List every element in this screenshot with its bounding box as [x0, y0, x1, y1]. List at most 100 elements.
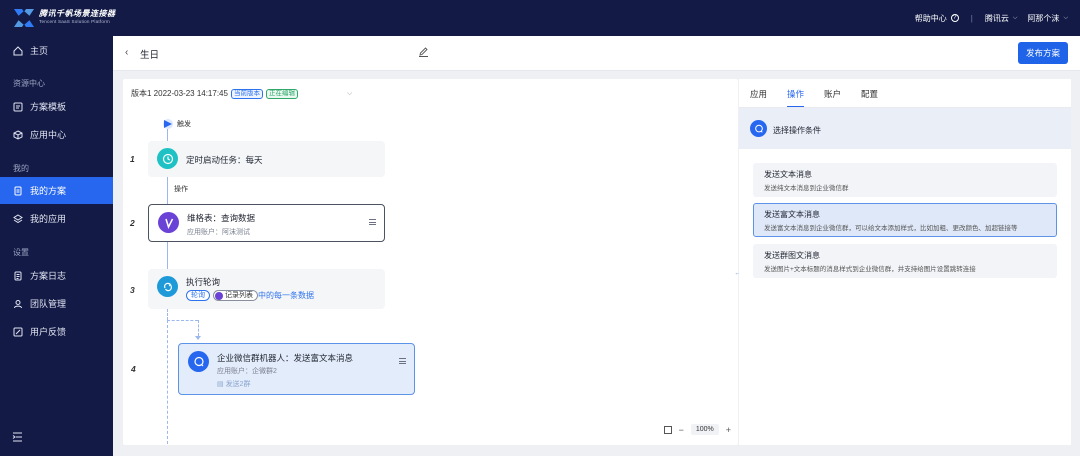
connector-line	[167, 177, 168, 207]
connector-line	[167, 242, 168, 269]
option-title: 发送富文本消息	[764, 210, 820, 219]
operation-label: 操作	[174, 186, 188, 193]
option-send-rich-text[interactable]: 发送富文本消息 发送富文本消息到企业微信群，可以给文本添加样式，比如加粗、更改颜…	[753, 203, 1057, 237]
option-send-news[interactable]: 发送群图文消息 发送图片+文本标题的消息样式到企业微信群，并支持给图片设置跳转连…	[753, 244, 1057, 278]
zoom-out-button[interactable]: −	[679, 425, 684, 435]
zoom-in-button[interactable]: +	[726, 425, 731, 435]
trigger-label: 触发	[177, 121, 191, 128]
option-send-text[interactable]: 发送文本消息 发送纯文本消息到企业微信群	[753, 163, 1057, 197]
trigger-start: 触发	[163, 119, 191, 129]
node-title: 企业微信群机器人：发送富文本消息	[217, 353, 354, 363]
option-desc: 发送富文本消息到企业微信群，可以给文本添加样式，比如加粗、更改颜色、加超链接等	[764, 225, 1018, 232]
template-icon	[13, 102, 23, 111]
sidebar-section-mine: 我的	[13, 164, 29, 173]
cloud-label: 腾讯云	[984, 13, 1009, 23]
tab-config[interactable]: 配置	[861, 88, 878, 108]
loop-branch-line	[167, 320, 198, 321]
loop-config-chips: 轮询 记录列表 中的每一条数据	[186, 290, 314, 301]
flow-canvas: 版本1 2022-03-23 14:17:45 当前版本 正在编辑 ⌵ 触发 1…	[123, 79, 738, 445]
config-panel: 应用 操作 账户 配置 选择操作条件 发送文本消息 发送纯文本消息到企业微信群 …	[739, 79, 1071, 445]
loop-each-text: 中的每一条数据	[258, 291, 314, 300]
record-list-label: 记录列表	[225, 292, 253, 299]
sidebar-item-templates[interactable]: 方案模板	[0, 93, 113, 120]
condition-title: 选择操作条件	[773, 126, 821, 135]
cloud-menu[interactable]: 腾讯云 ⌵	[985, 13, 1018, 24]
step-number: 2	[130, 218, 135, 228]
sidebar-item-label: 团队管理	[30, 299, 67, 309]
node-vika-query[interactable]: 维格表：查询数据 应用账户：阿沫测试	[148, 204, 385, 242]
publish-button[interactable]: 发布方案	[1018, 42, 1068, 64]
step-number: 1	[130, 154, 135, 164]
chat-bubble-icon	[750, 120, 767, 137]
current-version-badge: 当前版本	[230, 88, 263, 99]
sidebar-section-resources: 资源中心	[13, 79, 45, 88]
step-number: 4	[131, 364, 136, 374]
user-icon	[14, 299, 22, 308]
option-desc: 发送纯文本消息到企业微信群	[764, 185, 849, 192]
chevron-down-icon: ⌵	[1012, 14, 1018, 21]
zoom-controls: − 100% +	[663, 424, 731, 435]
fit-screen-icon[interactable]	[663, 425, 672, 434]
top-right-menu: 帮助中心? | 腾讯云 ⌵ 阿那个沫 ⌵	[915, 0, 1068, 36]
sidebar-item-label: 主页	[30, 46, 49, 56]
editing-badge: 正在编辑	[265, 88, 298, 99]
node-wecom-bot[interactable]: 企业微信群机器人：发送富文本消息 应用账户：企微群2 ▤ 发送2群	[178, 343, 415, 395]
vika-app-icon	[215, 291, 223, 300]
sidebar-item-feedback[interactable]: 用户反馈	[0, 318, 113, 345]
option-title: 发送群图文消息	[764, 251, 820, 260]
option-title: 发送文本消息	[764, 170, 812, 179]
brand-logo-icon	[14, 9, 34, 27]
node-account: 应用账户：企微群2	[217, 368, 277, 375]
home-icon	[13, 45, 23, 55]
log-icon	[14, 271, 22, 280]
panel-tabs: 应用 操作 账户 配置	[750, 88, 878, 108]
step-number: 3	[130, 285, 135, 295]
help-circle-icon: ?	[950, 14, 959, 22]
chevron-down-icon[interactable]: ⌵	[347, 90, 352, 98]
node-title: 执行轮询	[186, 277, 221, 287]
tab-operation[interactable]: 操作	[787, 88, 805, 108]
node-menu-icon[interactable]	[399, 358, 406, 364]
cube-icon	[13, 129, 23, 140]
connector-line	[167, 129, 168, 141]
loop-chip: 轮询	[186, 290, 210, 301]
version-selector[interactable]: 版本1 2022-03-23 14:17:45 当前版本 正在编辑	[131, 88, 298, 99]
node-menu-icon[interactable]	[369, 219, 376, 225]
node-title: 维格表：查询数据	[187, 213, 256, 223]
sidebar-item-my-apps[interactable]: 我的应用	[0, 205, 113, 232]
tab-account[interactable]: 账户	[824, 88, 841, 108]
feedback-icon	[13, 327, 23, 336]
node-schedule[interactable]: 定时启动任务：每天	[148, 141, 385, 177]
option-desc: 发送图片+文本标题的消息样式到企业微信群，并支持给图片设置跳转连接	[764, 266, 976, 273]
play-icon	[163, 119, 173, 129]
node-target: ▤ 发送2群	[217, 381, 251, 388]
connector-line	[167, 309, 168, 320]
user-name: 阿那个沫	[1027, 13, 1060, 23]
sidebar-item-home[interactable]: 主页	[0, 37, 113, 64]
zoom-level: 100%	[690, 424, 719, 435]
sidebar-item-label: 方案模板	[30, 102, 67, 112]
record-list-chip[interactable]: 记录列表	[213, 290, 258, 301]
sidebar-item-label: 方案日志	[30, 271, 67, 281]
help-center-link[interactable]: 帮助中心?	[915, 13, 959, 24]
tab-app[interactable]: 应用	[750, 88, 767, 108]
back-arrow-icon[interactable]: ‹	[125, 47, 128, 58]
sidebar-item-plan-logs[interactable]: 方案日志	[0, 262, 113, 289]
sidebar-item-app-center[interactable]: 应用中心	[0, 121, 113, 148]
edit-pencil-icon[interactable]	[418, 46, 429, 57]
node-loop[interactable]: 执行轮询 轮询 记录列表 中的每一条数据	[148, 269, 385, 309]
sidebar-item-my-plans[interactable]: 我的方案	[0, 177, 113, 204]
collapse-menu-icon[interactable]	[12, 432, 23, 442]
sidebar-item-label: 我的方案	[30, 186, 67, 196]
sidebar-item-label: 用户反馈	[30, 327, 67, 337]
brand-name-en: Tencent SaaS Solution Platform	[39, 19, 110, 24]
user-menu[interactable]: 阿那个沫 ⌵	[1027, 13, 1068, 24]
chat-bubble-icon	[188, 351, 209, 372]
sidebar-item-team[interactable]: 团队管理	[0, 290, 113, 317]
vika-app-icon	[158, 212, 179, 233]
loop-back-line	[167, 320, 168, 444]
page-title: 生日	[140, 50, 160, 61]
arrow-down-icon	[195, 336, 201, 340]
clock-icon	[157, 148, 178, 169]
document-icon	[14, 186, 22, 195]
